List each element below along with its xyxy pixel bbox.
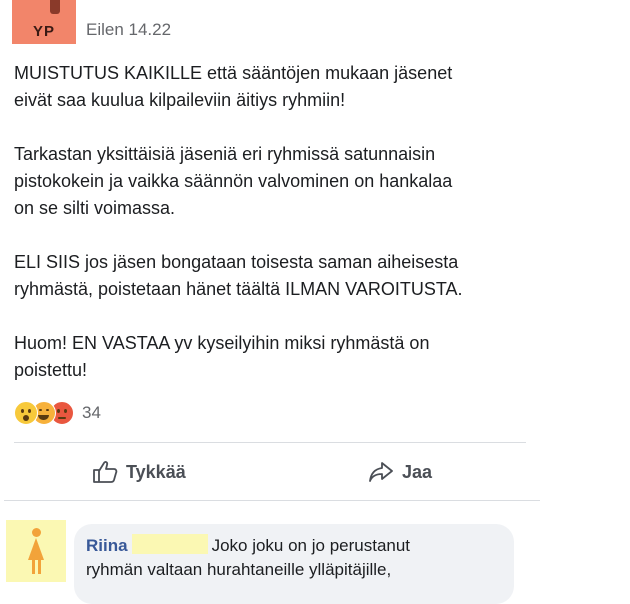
author-avatar[interactable]: YP <box>12 0 76 44</box>
comment-line-2: ryhmän valtaan hurahtaneille ylläpitäjil… <box>86 560 392 579</box>
wow-reaction-icon <box>14 401 38 425</box>
share-arrow-icon <box>369 462 393 482</box>
thumbs-up-icon <box>93 461 118 483</box>
commenter-avatar[interactable] <box>6 520 66 582</box>
reactions-summary[interactable]: 34 <box>14 400 101 426</box>
share-label: Jaa <box>402 461 433 482</box>
comment-text: Riina Joko joku on jo perustanut ryhmän v… <box>86 534 506 582</box>
divider <box>14 442 526 443</box>
redaction-block <box>131 534 208 554</box>
post-paragraph: Tarkastan yksittäisiä jäseniä eri ryhmis… <box>14 144 453 218</box>
post-paragraph: Huom! EN VASTAA yv kyseilyihin miksi ryh… <box>14 333 430 380</box>
share-button[interactable]: Jaa <box>368 456 432 488</box>
comment-line-1: Joko joku on jo perustanut <box>211 536 411 555</box>
post-paragraph: MUISTUTUS KAIKILLE että sääntöjen mukaan… <box>14 63 453 110</box>
post-card: YP Eilen 14.22 MUISTUTUS KAIKILLE että s… <box>0 0 560 604</box>
avatar-figure-icon <box>50 0 60 14</box>
comment-author-name[interactable]: Riina <box>86 536 128 555</box>
divider <box>4 500 540 501</box>
person-icon <box>32 528 41 537</box>
reaction-count: 34 <box>82 403 101 422</box>
like-label: Tykkää <box>126 461 186 482</box>
like-button[interactable]: Tykkää <box>92 456 186 488</box>
avatar-initials: YP <box>32 23 55 40</box>
post-body: MUISTUTUS KAIKILLE että sääntöjen mukaan… <box>14 60 554 411</box>
post-paragraph: ELI SIIS jos jäsen bongataan toisesta sa… <box>14 252 463 299</box>
post-timestamp[interactable]: Eilen 14.22 <box>86 20 171 40</box>
